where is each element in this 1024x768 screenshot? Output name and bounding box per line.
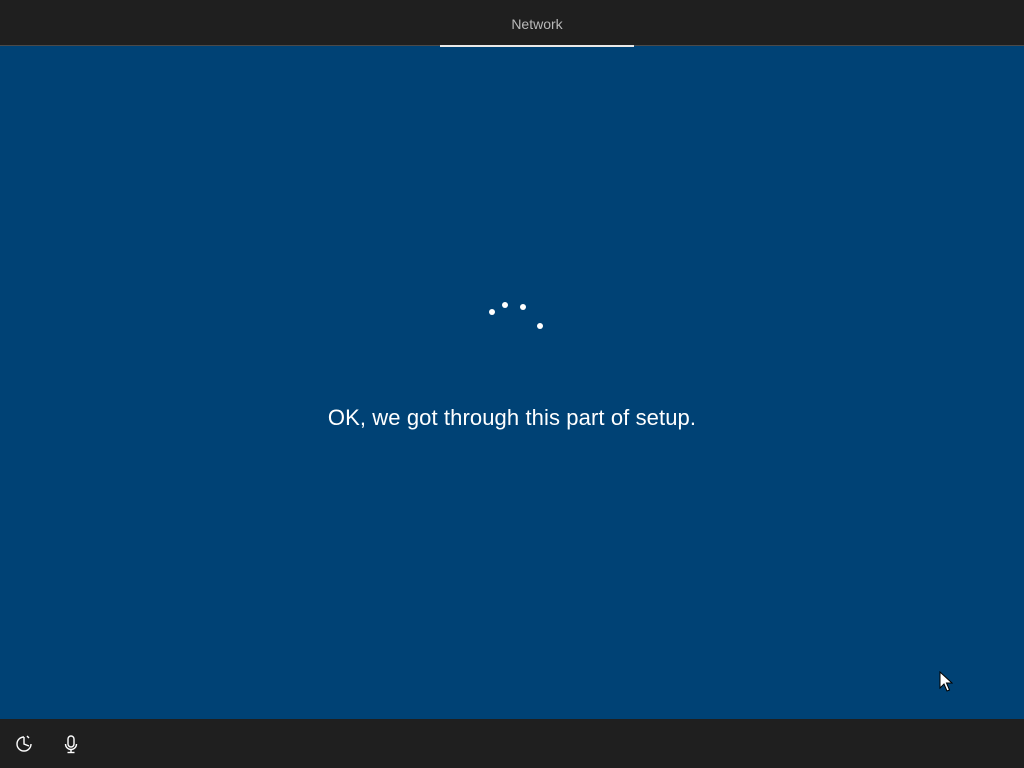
ease-of-access-icon[interactable]	[13, 733, 35, 755]
tab-network[interactable]: Network	[440, 0, 634, 47]
spinner-dot	[502, 302, 508, 308]
setup-content: OK, we got through this part of setup.	[0, 47, 1024, 719]
tab-network-label: Network	[511, 16, 563, 32]
microphone-icon[interactable]	[60, 733, 82, 755]
loading-spinner	[480, 299, 550, 339]
top-bar: Network	[0, 0, 1024, 47]
setup-status-message: OK, we got through this part of setup.	[327, 405, 697, 430]
spinner-dot	[537, 323, 543, 329]
spinner-dot	[520, 304, 526, 310]
mouse-pointer-icon	[939, 670, 954, 693]
spinner-dot	[489, 309, 495, 315]
bottom-bar	[0, 719, 1024, 768]
